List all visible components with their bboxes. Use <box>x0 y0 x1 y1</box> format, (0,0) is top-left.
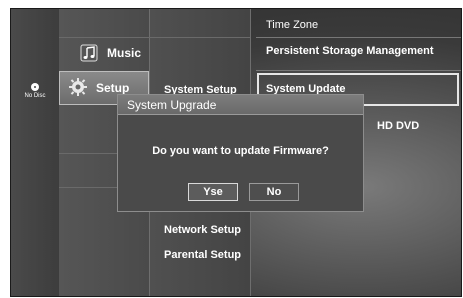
option-divider <box>256 70 461 71</box>
tv-screen: No Disc Music Setup System Setup Network… <box>10 8 462 297</box>
disc-status: No Disc <box>17 83 53 99</box>
submenu-item-network-setup[interactable]: Network Setup <box>164 224 241 236</box>
option-hd-dvd[interactable]: HD DVD <box>377 120 419 132</box>
menu-item-label: Music <box>107 46 142 60</box>
no-button[interactable]: No <box>249 183 299 201</box>
yes-button[interactable]: Yse <box>188 183 238 201</box>
menu-item-label: Setup <box>96 81 130 95</box>
dialog-message: Do you want to update Firmware? <box>152 145 329 157</box>
submenu-item-parental-setup[interactable]: Parental Setup <box>164 249 241 261</box>
option-divider <box>256 37 461 38</box>
gear-icon <box>69 78 87 96</box>
menu-item-music[interactable]: Music <box>59 37 149 71</box>
music-note-icon <box>80 44 98 62</box>
dialog-title-bar: System Upgrade <box>118 95 363 115</box>
option-time-zone[interactable]: Time Zone <box>266 19 318 31</box>
option-persistent-storage[interactable]: Persistent Storage Management <box>266 45 434 57</box>
disc-label: No Disc <box>24 93 46 99</box>
disc-column <box>11 9 60 296</box>
disc-icon <box>31 83 39 91</box>
upgrade-dialog: System Upgrade Do you want to update Fir… <box>117 94 364 212</box>
dialog-title: System Upgrade <box>127 98 217 112</box>
